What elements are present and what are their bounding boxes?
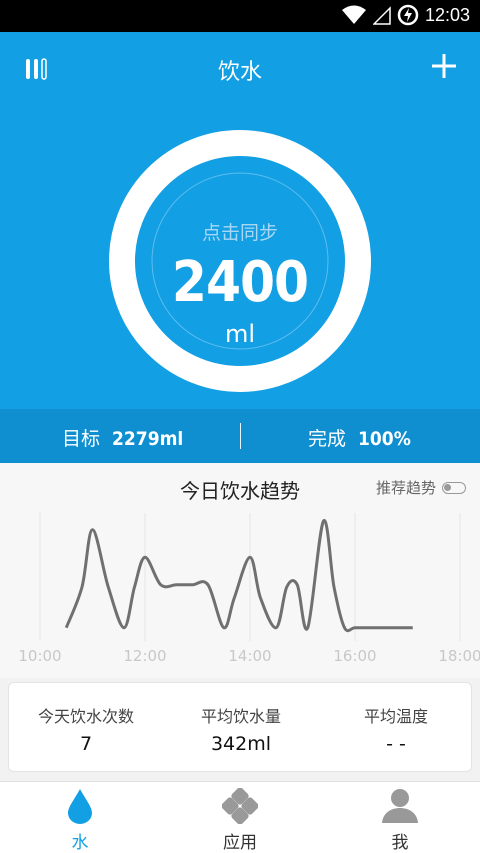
tab-me[interactable]: 我 xyxy=(320,788,480,853)
tab-label: 我 xyxy=(391,833,409,853)
bottom-tab-bar: 水 应用 我 xyxy=(0,781,480,853)
battery-charging-icon xyxy=(397,4,419,26)
goal-summary: 目标 2279ml 完成 100% xyxy=(0,409,480,463)
done-item: 完成 100% xyxy=(308,424,411,451)
cell-signal-icon xyxy=(372,6,391,25)
clock: 12:03 xyxy=(424,4,470,25)
tab-water[interactable]: 水 xyxy=(0,788,160,853)
stat-drink-count: 今天饮水次数 7 xyxy=(9,703,163,755)
x-tick-label: 14:00 xyxy=(228,647,271,665)
stat-avg-temp: 平均温度 - - xyxy=(319,703,473,755)
stat-value: 7 xyxy=(79,733,93,755)
stat-label: 平均温度 xyxy=(363,707,428,726)
tab-apps[interactable]: 应用 xyxy=(160,788,320,853)
page-title: 饮水 xyxy=(217,60,262,85)
tab-label: 水 xyxy=(71,833,89,853)
stat-value: 342ml xyxy=(210,733,272,755)
toggle-knob xyxy=(444,483,451,491)
divider xyxy=(240,423,241,449)
add-icon[interactable] xyxy=(430,52,458,80)
toggle-label: 推荐趋势 xyxy=(375,479,436,497)
x-tick-label: 18:00 xyxy=(438,647,480,665)
stats-card: 今天饮水次数 7 平均饮水量 342ml 平均温度 - - xyxy=(8,682,472,772)
water-drop-icon xyxy=(68,789,92,824)
target-item: 目标 2279ml xyxy=(62,424,183,451)
hero-panel: 饮水 点击同步 2400 ml xyxy=(0,32,480,433)
x-tick-label: 12:00 xyxy=(123,647,166,665)
x-tick-label: 10:00 xyxy=(18,647,61,665)
trend-chart: 10:00 12:00 14:00 16:00 18:00 xyxy=(18,513,480,665)
status-bar: 12:03 xyxy=(0,0,480,32)
stat-label: 今天饮水次数 xyxy=(37,707,134,726)
intake-value: 2400 xyxy=(171,250,309,315)
sync-hint[interactable]: 点击同步 xyxy=(107,218,373,245)
trend-panel: 今日饮水趋势 推荐趋势 10:00 12:00 14:00 16:00 18:00 xyxy=(0,463,480,678)
recommend-toggle[interactable]: 推荐趋势 xyxy=(376,477,466,498)
apps-icon xyxy=(222,788,258,824)
trend-line xyxy=(64,519,413,633)
done-label: 完成 xyxy=(308,428,347,450)
tab-label: 应用 xyxy=(223,833,257,853)
wifi-icon xyxy=(341,5,366,24)
intake-unit: ml xyxy=(224,320,256,348)
toggle-switch[interactable] xyxy=(442,481,466,494)
target-value: 2279ml xyxy=(112,428,184,450)
water-progress-ring[interactable]: 点击同步 2400 ml xyxy=(107,128,373,394)
target-label: 目标 xyxy=(62,428,101,450)
done-value: 100% xyxy=(358,428,411,450)
stat-avg-amount: 平均饮水量 342ml xyxy=(164,703,318,755)
x-tick-label: 16:00 xyxy=(333,647,376,665)
stat-value: - - xyxy=(386,733,406,755)
profile-icon xyxy=(382,789,418,823)
stat-label: 平均饮水量 xyxy=(200,707,281,726)
